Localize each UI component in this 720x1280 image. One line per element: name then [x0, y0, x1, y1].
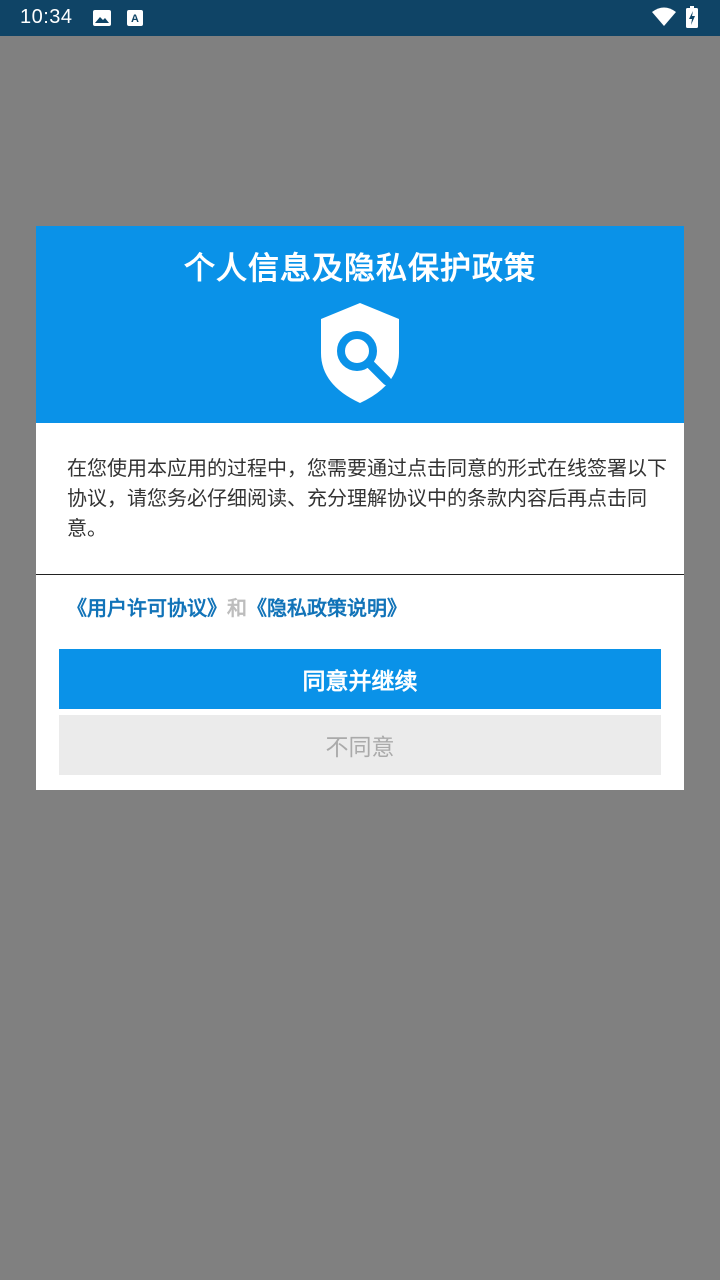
agree-button[interactable]: 同意并继续	[59, 649, 661, 709]
shield-search-icon	[315, 301, 405, 405]
battery-charging-icon	[686, 6, 698, 32]
disagree-button[interactable]: 不同意	[59, 715, 661, 775]
svg-text:A: A	[131, 13, 139, 25]
user-agreement-link[interactable]: 《用户许可协议》	[67, 596, 227, 620]
divider	[36, 574, 684, 575]
dialog-title: 个人信息及隐私保护政策	[184, 251, 536, 287]
status-bar: 10:34 A	[0, 0, 720, 36]
dialog-body-text: 在您使用本应用的过程中，您需要通过点击同意的形式在线签署以下协议，请您务必仔细阅…	[67, 456, 667, 540]
agreement-links: 《用户许可协议》和《隐私政策说明》	[67, 592, 407, 621]
dialog-header: 个人信息及隐私保护政策	[36, 226, 684, 423]
and-label: 和	[227, 596, 247, 620]
wifi-icon	[652, 7, 676, 31]
a-icon: A	[126, 8, 144, 32]
privacy-dialog: 个人信息及隐私保护政策 在您使用本应用的过程中，您需要通过点击同意的形式在线签署…	[36, 226, 684, 790]
privacy-policy-link[interactable]: 《隐私政策说明》	[247, 596, 407, 620]
status-time: 10:34	[20, 6, 73, 28]
image-icon	[92, 8, 112, 32]
